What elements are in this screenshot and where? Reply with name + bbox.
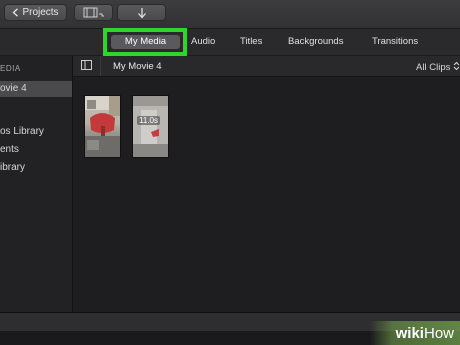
sidebar-item-photos-library[interactable]: os Library xyxy=(0,126,44,137)
media-import-button[interactable] xyxy=(74,4,113,21)
filter-label: All Clips xyxy=(416,62,451,73)
clip-duration-badge: 11.0s xyxy=(137,116,160,125)
sidebar-header: EDIA xyxy=(0,64,21,73)
tab-audio[interactable]: Audio xyxy=(191,36,215,48)
import-button[interactable] xyxy=(117,4,166,21)
media-browser: 11.0s xyxy=(73,77,460,312)
tab-backgrounds[interactable]: Backgrounds xyxy=(288,36,343,48)
sidebar-item-movie[interactable]: ovie 4 xyxy=(0,81,72,97)
import-arrow-icon xyxy=(137,7,146,18)
clip-filter-dropdown[interactable]: All Clips xyxy=(416,61,460,73)
clip-thumbnail[interactable] xyxy=(84,95,121,158)
event-title: My Movie 4 xyxy=(113,61,162,72)
sidebar-item-label: ovie 4 xyxy=(0,83,27,94)
clip-thumbnail-image xyxy=(85,96,120,157)
browser-tab-bar: My Media Audio Titles Backgrounds Transi… xyxy=(0,29,460,55)
browser-header: My Movie 4 All Clips xyxy=(73,56,460,77)
projects-label: Projects xyxy=(22,7,59,18)
wikihow-watermark: wiki How xyxy=(370,321,460,345)
tab-transitions[interactable]: Transitions xyxy=(372,36,418,48)
clip-thumbnail-image xyxy=(133,96,168,157)
sidebar-item-events[interactable]: ents xyxy=(0,144,19,155)
header-divider xyxy=(100,56,101,76)
sidebar-item-library[interactable]: ibrary xyxy=(0,162,25,173)
sidebar-toggle-icon[interactable] xyxy=(81,60,92,70)
chevron-updown-icon xyxy=(453,61,460,71)
projects-button[interactable]: Projects xyxy=(4,4,67,21)
tab-titles[interactable]: Titles xyxy=(240,36,262,48)
watermark-light: How xyxy=(423,324,454,342)
highlight-annotation xyxy=(103,28,187,56)
clip-thumbnail[interactable]: 11.0s xyxy=(132,95,169,158)
watermark-bold: wiki xyxy=(395,324,424,342)
media-filmstrip-icon xyxy=(83,7,104,18)
libraries-sidebar: EDIA ovie 4 os Library ents ibrary xyxy=(0,56,73,312)
chevron-left-icon xyxy=(12,8,19,17)
toolbar: Projects xyxy=(0,0,460,29)
